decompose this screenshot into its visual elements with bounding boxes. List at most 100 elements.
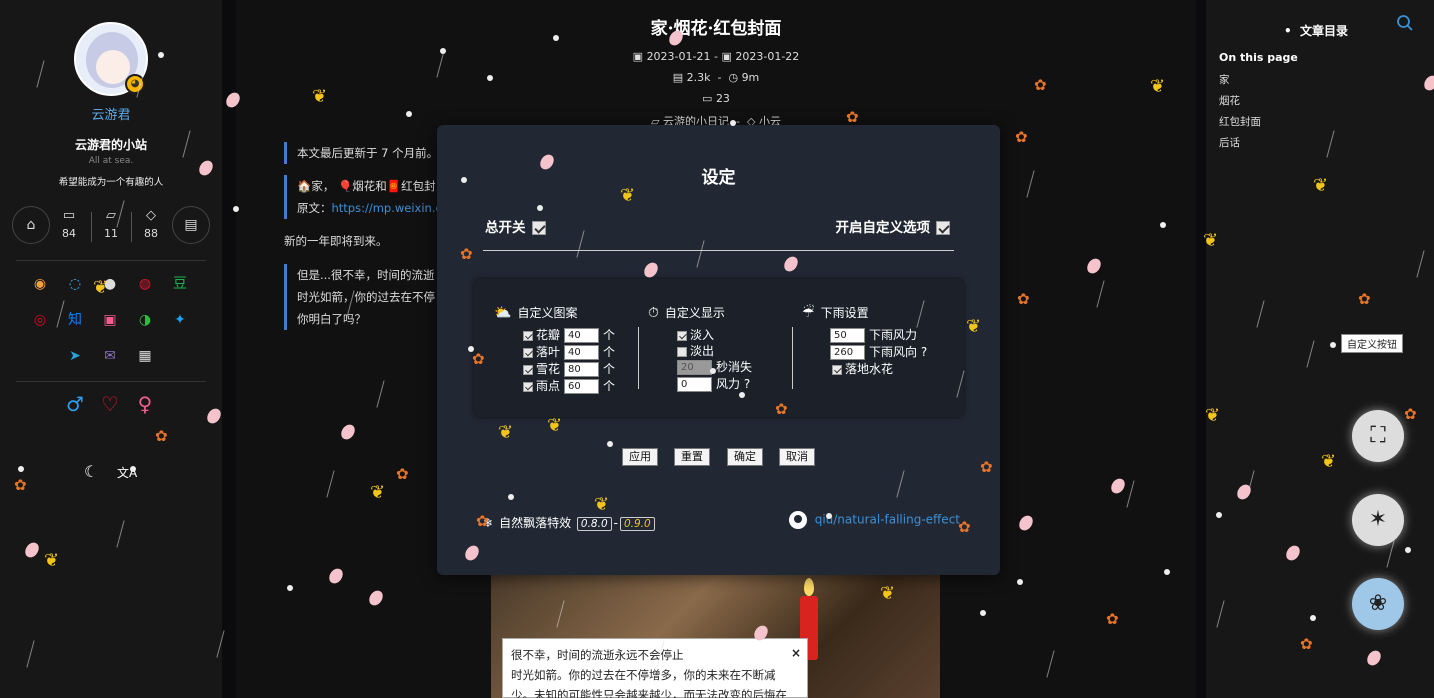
- pattern-unit: 个: [603, 345, 616, 359]
- reset-button[interactable]: 重置: [674, 448, 710, 466]
- rain-wind-row: 50 下雨风力: [826, 327, 917, 343]
- flame-image: [804, 578, 814, 596]
- custom-switch-label: 开启自定义选项: [835, 220, 931, 236]
- divider: [792, 327, 793, 389]
- travelling-icon[interactable]: ▦: [135, 346, 155, 366]
- created-date: 2023-01-21: [646, 50, 711, 63]
- search-icon[interactable]: [1396, 14, 1414, 32]
- custom-switch-checkbox[interactable]: [936, 221, 950, 235]
- pattern-count-input[interactable]: 80: [564, 362, 600, 377]
- qq-icon[interactable]: ◌: [65, 274, 85, 294]
- close-icon[interactable]: ×: [791, 643, 801, 663]
- female-icon[interactable]: ♀: [135, 394, 155, 414]
- tags-count: 88: [144, 227, 158, 240]
- popup-line: 很不幸，时间的流逝永远不会停止: [511, 648, 684, 662]
- toc-title-text: 文章目录: [1300, 24, 1349, 38]
- site-motto: 希望能成为一个有趣的人: [58, 177, 164, 188]
- toc-item[interactable]: 后话: [1219, 135, 1240, 150]
- pattern-count-input[interactable]: 60: [564, 379, 600, 394]
- fullscreen-button[interactable]: ⛶: [1352, 410, 1404, 462]
- wechat-icon[interactable]: ◑: [135, 310, 155, 330]
- modal-title: 设定: [701, 168, 736, 188]
- folder-icon: ▱: [106, 208, 116, 223]
- toc-item[interactable]: 红包封面: [1219, 114, 1261, 129]
- pattern-option[interactable]: 花瓣 40 个: [523, 327, 615, 343]
- pattern-checkbox[interactable]: [523, 364, 533, 375]
- pattern-count-input[interactable]: 40: [564, 345, 600, 360]
- help-icon[interactable]: ?: [744, 377, 750, 391]
- divider: [16, 381, 206, 382]
- updated-date: 2023-01-22: [735, 50, 800, 63]
- version-separator: -: [613, 516, 618, 530]
- rain-wind-input[interactable]: 50: [830, 328, 865, 343]
- snowflake-icon: ❄: [483, 516, 494, 530]
- male-icon[interactable]: ♂: [65, 394, 85, 414]
- rain-cloud-icon: ☔: [802, 305, 815, 321]
- author-name[interactable]: 云游君: [0, 104, 222, 123]
- apply-button[interactable]: 应用: [622, 448, 658, 466]
- fade-out-checkbox[interactable]: [677, 346, 687, 357]
- wind-input[interactable]: 0: [677, 377, 712, 392]
- toc-item[interactable]: 烟花: [1219, 93, 1240, 108]
- cancel-button[interactable]: 取消: [779, 448, 815, 466]
- comment-icon: ▭: [702, 92, 716, 105]
- repo-link-text: qiu/natural-falling-effect: [814, 512, 960, 527]
- help-icon[interactable]: ?: [921, 345, 927, 359]
- fade-in-option[interactable]: 淡入: [677, 327, 714, 343]
- pattern-option[interactable]: 雨点 60 个: [523, 378, 615, 394]
- toc-item[interactable]: 家: [1219, 72, 1230, 87]
- popup-line: 时光如箭。你的过去在不停增多，你的未来在不断减: [511, 668, 776, 682]
- master-switch-checkbox[interactable]: [531, 221, 546, 235]
- douban-icon[interactable]: 豆: [170, 274, 190, 294]
- custom-switch[interactable]: 开启自定义选项: [835, 216, 950, 236]
- netease-music-icon[interactable]: ◎: [30, 310, 50, 330]
- time-quote: 但是...很不幸，时间的流逝 时光如箭，你的过去在不停 你明白了吗？: [284, 264, 435, 330]
- categories-link[interactable]: ▱ 11: [91, 208, 131, 240]
- pattern-checkbox[interactable]: [523, 330, 533, 341]
- post-comments[interactable]: ▭ 23: [236, 92, 1196, 105]
- bilibili-icon[interactable]: ▣: [100, 310, 120, 330]
- ok-button[interactable]: 确定: [727, 448, 763, 466]
- fade-in-checkbox[interactable]: [677, 330, 687, 341]
- fade-seconds-input[interactable]: 20: [677, 360, 712, 375]
- status-emoji-icon: ◕: [125, 74, 145, 94]
- home-button[interactable]: ⌂: [12, 206, 50, 244]
- splash-option[interactable]: 落地水花: [832, 361, 893, 377]
- language-toggle[interactable]: 文A: [117, 464, 137, 481]
- splash-checkbox[interactable]: [832, 364, 842, 375]
- fullscreen-icon: ⛶: [1370, 423, 1386, 448]
- rss-icon[interactable]: ◉: [30, 274, 50, 294]
- toggle-effects-button[interactable]: ✶: [1352, 494, 1404, 546]
- zhihu-icon[interactable]: 知: [65, 310, 85, 330]
- quote-line: 时光如箭，你的过去在不停: [297, 290, 435, 304]
- tags-link[interactable]: ◇ 88: [131, 208, 171, 240]
- cloud-sun-icon: ⛅: [494, 305, 512, 321]
- splash-label: 落地水花: [845, 362, 894, 376]
- version-badge-new: 0.9.0: [619, 517, 655, 531]
- pattern-title-text: 自定义图案: [517, 306, 578, 320]
- pattern-count-input[interactable]: 40: [564, 328, 600, 343]
- falling-settings-button[interactable]: ❀: [1352, 578, 1404, 630]
- rain-direction-input[interactable]: 260: [830, 345, 865, 360]
- repo-link[interactable]: qiu/natural-falling-effect: [788, 511, 960, 529]
- source-link[interactable]: https://mp.weixin.q: [332, 201, 443, 215]
- telegram-icon[interactable]: ➤: [65, 346, 85, 366]
- master-switch[interactable]: 总开关: [485, 216, 546, 236]
- archive-link[interactable]: ▭ 84: [49, 208, 89, 240]
- twitter-icon[interactable]: ✦: [170, 310, 190, 330]
- site-stats: ⌂ ▭ 84 ▱ 11 ◇ 88 ▤: [12, 206, 212, 246]
- fade-out-option[interactable]: 淡出: [677, 343, 714, 359]
- docs-button[interactable]: ▤: [172, 206, 210, 244]
- email-icon[interactable]: ✉: [100, 346, 120, 366]
- rain-direction-label: 下雨风向: [869, 345, 918, 359]
- pattern-checkbox[interactable]: [523, 381, 533, 392]
- fade-out-label: 淡出: [690, 344, 715, 358]
- pattern-checkbox[interactable]: [523, 347, 533, 358]
- dark-mode-toggle[interactable]: ☾: [84, 462, 98, 481]
- pattern-option[interactable]: 落叶 40 个: [523, 344, 615, 360]
- heart-icon[interactable]: ♡: [100, 394, 120, 414]
- weibo-icon[interactable]: ◍: [135, 274, 155, 294]
- pattern-option[interactable]: 雪花 80 个: [523, 361, 615, 377]
- github-icon[interactable]: ●: [100, 274, 120, 294]
- popup-line: 少。未知的可能性只会越来越少，而无法改变的后悔在: [511, 688, 787, 698]
